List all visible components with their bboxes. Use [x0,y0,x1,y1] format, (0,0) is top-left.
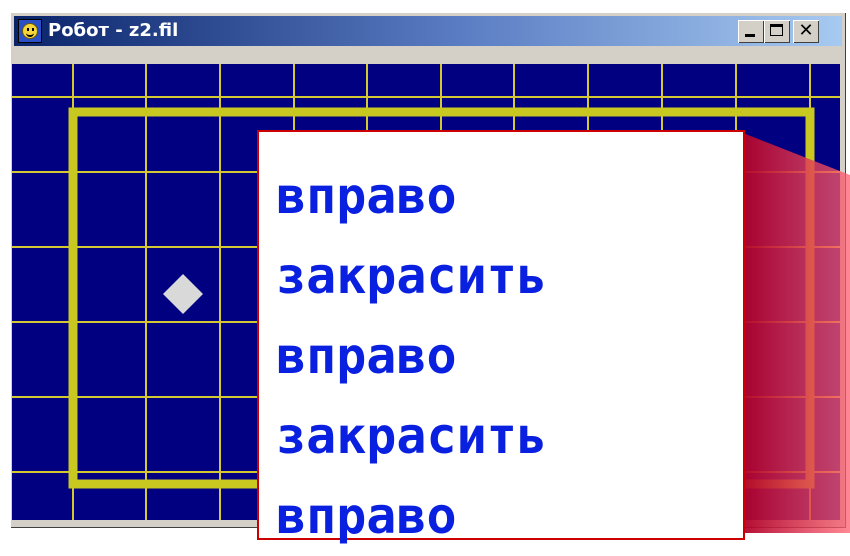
window-title: Робот - z2.fil [48,20,179,41]
command-item: вправо [276,327,457,385]
minimize-icon [745,34,755,37]
maximize-button[interactable] [764,20,790,43]
close-icon: ✕ [798,20,814,41]
title-bar[interactable]: Робот - z2.fil ✕ [14,16,842,46]
minimize-button[interactable] [738,20,764,43]
command-list: вправо закрасить вправо закрасить вправо [276,156,547,556]
command-item: закрасить [276,407,547,465]
command-item: закрасить [276,247,547,305]
close-button[interactable]: ✕ [793,20,819,43]
maximize-icon [770,24,783,36]
robot-smiley-icon[interactable] [18,19,42,43]
command-item: вправо [276,487,457,545]
command-item: вправо [276,167,457,225]
command-card: вправо закрасить вправо закрасить вправо [257,130,745,545]
